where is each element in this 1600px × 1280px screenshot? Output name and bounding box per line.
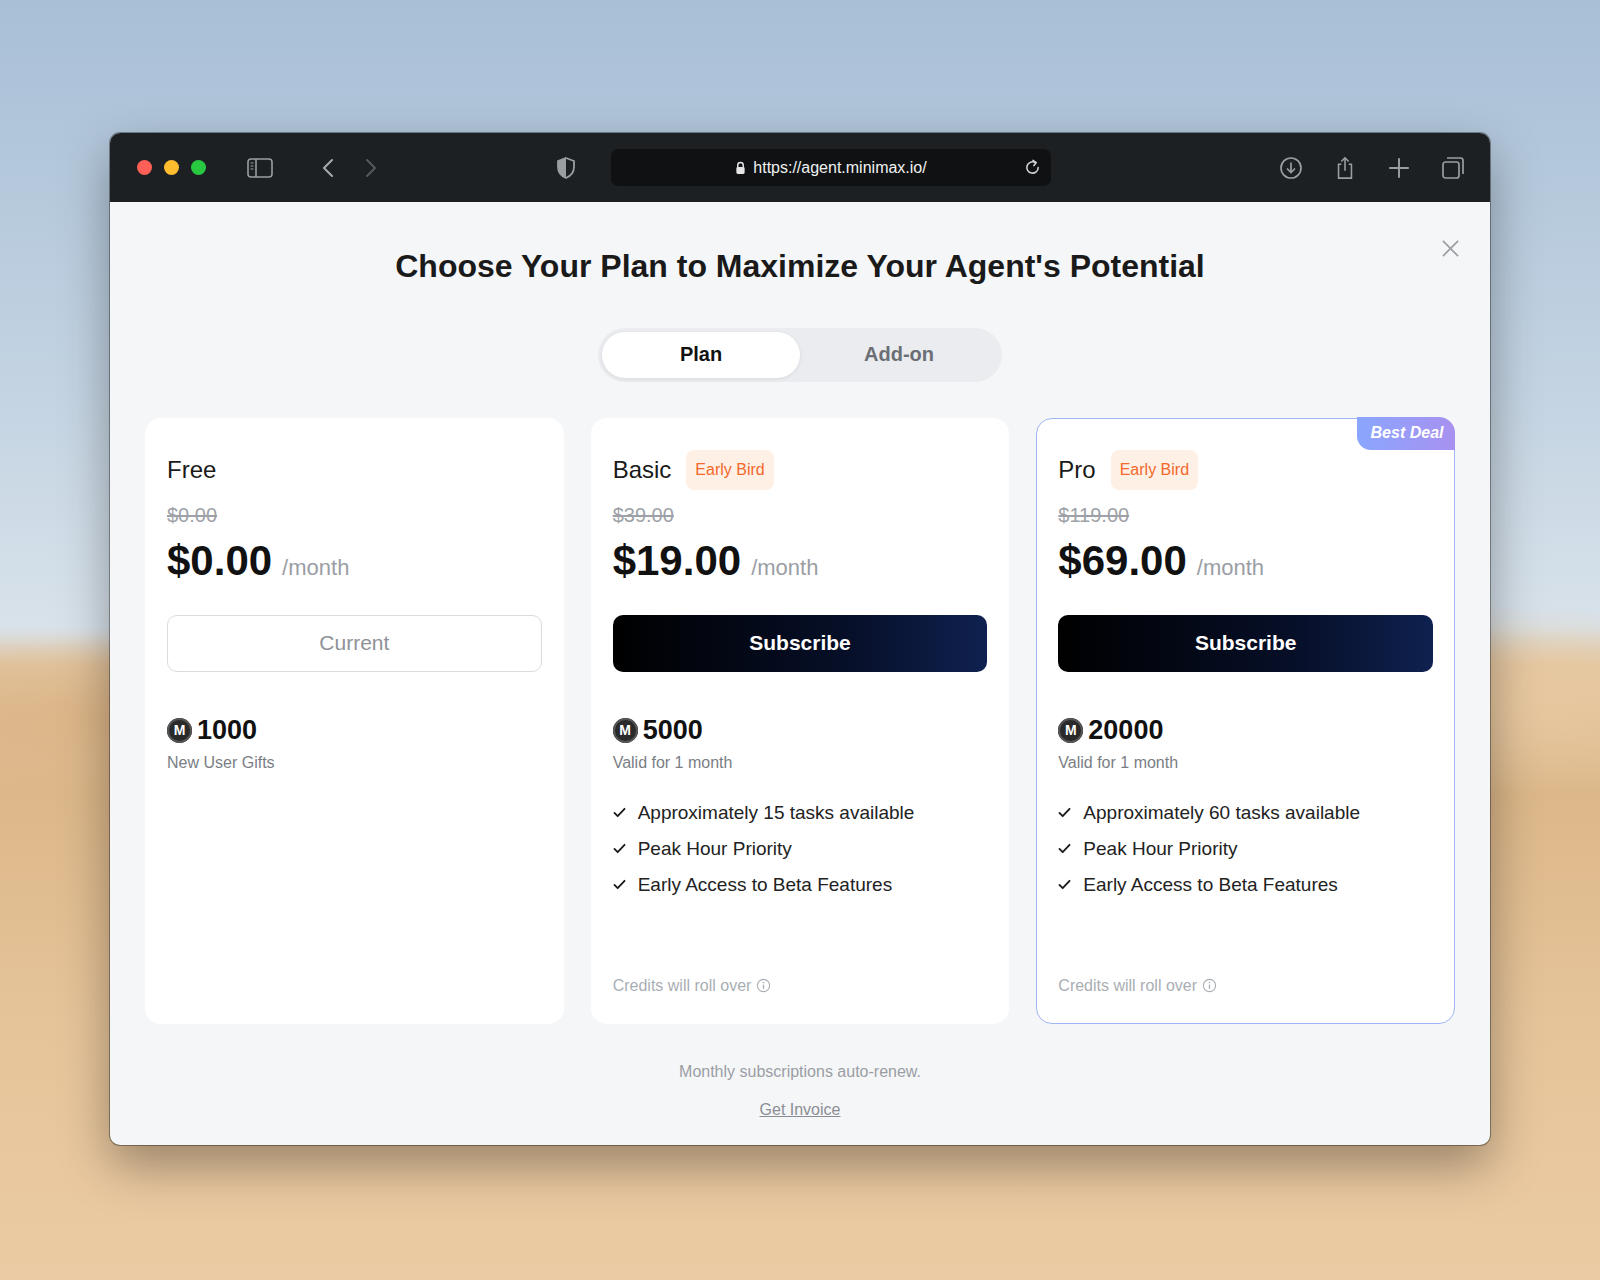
zoom-window-button[interactable] <box>191 160 206 175</box>
download-icon[interactable] <box>1279 156 1303 180</box>
plan-card: Basic Early Bird $39.00 $19.00 /month Su… <box>591 418 1010 1024</box>
rollover-note: Credits will roll over <box>1058 977 1433 995</box>
address-bar[interactable]: https://agent.minimax.io/ <box>611 149 1051 186</box>
credits-note: Valid for 1 month <box>613 754 988 772</box>
toggle-tab[interactable]: Add-on <box>800 332 998 378</box>
feature-item: Early Access to Beta Features <box>613 874 988 896</box>
get-invoice-link[interactable]: Get Invoice <box>760 1101 841 1119</box>
plan-cards: Free $0.00 $0.00 /month Current M 1000 N… <box>145 418 1455 1024</box>
feature-item: Peak Hour Priority <box>1058 838 1433 860</box>
sidebar-icon[interactable] <box>247 158 273 178</box>
credits-note: New User Gifts <box>167 754 542 772</box>
price-period: /month <box>1197 555 1264 581</box>
check-icon <box>613 807 626 818</box>
subscribe-button[interactable]: Subscribe <box>1058 615 1433 672</box>
check-icon <box>1058 807 1071 818</box>
feature-item: Early Access to Beta Features <box>1058 874 1433 896</box>
feature-item: Peak Hour Priority <box>613 838 988 860</box>
auto-renew-note: Monthly subscriptions auto-renew. <box>679 1063 921 1081</box>
credit-coin-icon: M <box>1058 718 1083 743</box>
close-icon[interactable] <box>1441 239 1460 258</box>
forward-icon[interactable] <box>364 158 378 178</box>
price-row: $69.00 /month <box>1058 537 1433 585</box>
close-window-button[interactable] <box>137 160 152 175</box>
window-controls <box>137 160 206 175</box>
plan-header: Pro Early Bird <box>1058 449 1433 491</box>
tabs-overview-icon[interactable] <box>1441 156 1465 180</box>
pricing-dialog: Choose Your Plan to Maximize Your Agent'… <box>110 202 1490 1145</box>
plan-card: Best Deal Pro Early Bird $119.00 $69.00 … <box>1036 418 1455 1024</box>
best-deal-ribbon: Best Deal <box>1357 417 1456 450</box>
original-price: $0.00 <box>167 504 542 527</box>
credits: M 1000 <box>167 715 542 746</box>
check-icon <box>613 843 626 854</box>
price: $69.00 <box>1058 537 1186 585</box>
plan-card: Free $0.00 $0.00 /month Current M 1000 N… <box>145 418 564 1024</box>
desktop: https://agent.minimax.io/ Choose Your Pl… <box>0 0 1600 1280</box>
check-icon <box>1058 879 1071 890</box>
new-tab-icon[interactable] <box>1387 156 1411 180</box>
credit-coin-icon: M <box>167 718 192 743</box>
plan-name: Basic <box>613 456 672 484</box>
reload-icon[interactable] <box>1024 159 1041 176</box>
plan-name: Pro <box>1058 456 1095 484</box>
credit-amount: 1000 <box>197 715 257 746</box>
plan-badge: Early Bird <box>686 450 773 490</box>
credits-note: Valid for 1 month <box>1058 754 1433 772</box>
toggle-tab[interactable]: Plan <box>602 332 800 378</box>
original-price: $119.00 <box>1058 504 1433 527</box>
original-price: $39.00 <box>613 504 988 527</box>
feature-item: Approximately 60 tasks available <box>1058 802 1433 824</box>
plan-badge: Early Bird <box>1111 450 1198 490</box>
feature-list: Approximately 15 tasks available Peak Ho… <box>613 802 988 896</box>
toolbar-actions <box>1279 156 1465 180</box>
feature-item: Approximately 15 tasks available <box>613 802 988 824</box>
plan-header: Free <box>167 449 542 491</box>
feature-list: Approximately 60 tasks available Peak Ho… <box>1058 802 1433 896</box>
credits: M 5000 <box>613 715 988 746</box>
info-icon[interactable] <box>1202 978 1217 993</box>
price: $0.00 <box>167 537 272 585</box>
price-period: /month <box>282 555 349 581</box>
lock-icon <box>735 161 746 175</box>
check-icon <box>1058 843 1071 854</box>
plan-header: Basic Early Bird <box>613 449 988 491</box>
current-button[interactable]: Current <box>167 615 542 672</box>
credits: M 20000 <box>1058 715 1433 746</box>
browser-window: https://agent.minimax.io/ Choose Your Pl… <box>110 133 1490 1145</box>
minimize-window-button[interactable] <box>164 160 179 175</box>
plan-toggle: PlanAdd-on <box>598 328 1002 382</box>
price: $19.00 <box>613 537 741 585</box>
url-text: https://agent.minimax.io/ <box>753 159 926 177</box>
share-icon[interactable] <box>1333 156 1357 180</box>
dialog-title: Choose Your Plan to Maximize Your Agent'… <box>395 246 1205 288</box>
price-row: $0.00 /month <box>167 537 542 585</box>
title-bar: https://agent.minimax.io/ <box>110 133 1490 202</box>
plan-name: Free <box>167 456 216 484</box>
rollover-note: Credits will roll over <box>613 977 988 995</box>
credit-amount: 5000 <box>643 715 703 746</box>
back-icon[interactable] <box>321 158 335 178</box>
check-icon <box>613 879 626 890</box>
price-row: $19.00 /month <box>613 537 988 585</box>
credit-amount: 20000 <box>1088 715 1163 746</box>
credit-coin-icon: M <box>613 718 638 743</box>
price-period: /month <box>751 555 818 581</box>
info-icon[interactable] <box>756 978 771 993</box>
shield-icon[interactable] <box>556 157 576 179</box>
subscribe-button[interactable]: Subscribe <box>613 615 988 672</box>
